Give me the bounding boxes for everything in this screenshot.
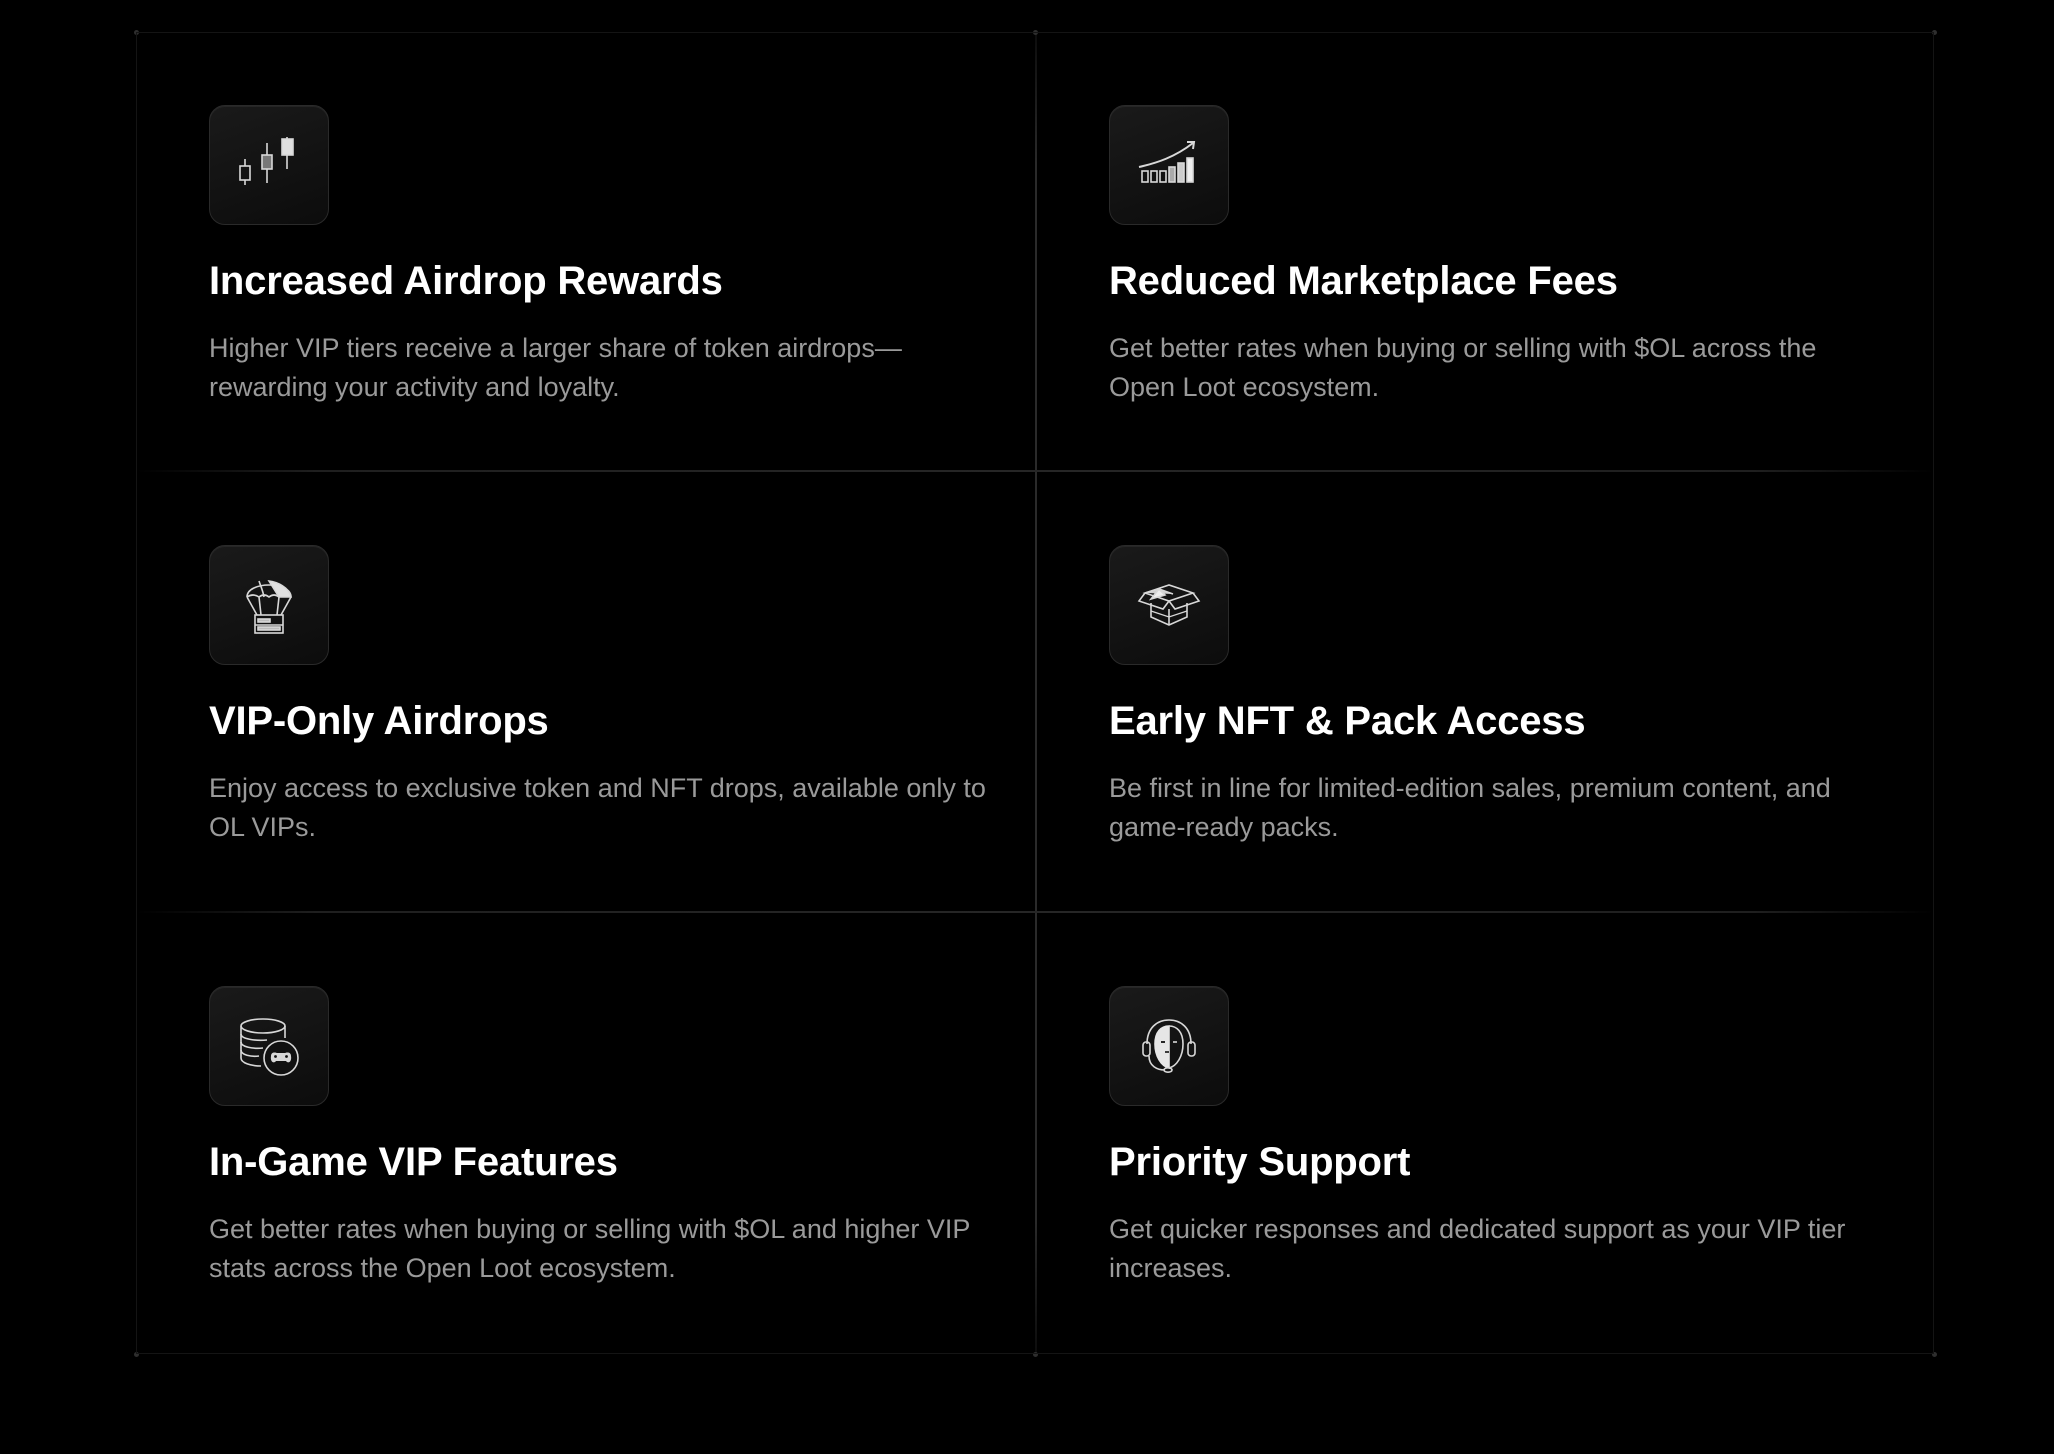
feature-card: Reduced Marketplace Fees Get better rate… bbox=[1037, 33, 1935, 473]
feature-title: In-Game VIP Features bbox=[209, 1140, 618, 1184]
feature-description: Be first in line for limited-edition sal… bbox=[1109, 773, 1831, 842]
support-headset-icon bbox=[1109, 986, 1229, 1106]
feature-card: Increased Airdrop Rewards Higher VIP tie… bbox=[137, 33, 1037, 473]
candlestick-chart-icon bbox=[209, 105, 329, 225]
feature-description: Enjoy access to exclusive token and NFT … bbox=[209, 773, 986, 842]
feature-description: Higher VIP tiers receive a larger share … bbox=[209, 333, 902, 402]
growth-bars-arrow-icon bbox=[1109, 105, 1229, 225]
feature-card: In-Game VIP Features Get better rates wh… bbox=[137, 914, 1037, 1355]
coins-gamepad-icon bbox=[209, 986, 329, 1106]
feature-card: VIP-Only Airdrops Enjoy access to exclus… bbox=[137, 473, 1037, 914]
feature-title: Increased Airdrop Rewards bbox=[209, 259, 723, 303]
feature-card: Early NFT & Pack Access Be first in line… bbox=[1037, 473, 1935, 914]
open-box-icon bbox=[1109, 545, 1229, 665]
feature-title: Priority Support bbox=[1109, 1140, 1411, 1184]
parachute-crate-icon bbox=[209, 545, 329, 665]
feature-title: Early NFT & Pack Access bbox=[1109, 699, 1586, 743]
feature-description: Get better rates when buying or selling … bbox=[1109, 333, 1817, 402]
feature-title: Reduced Marketplace Fees bbox=[1109, 259, 1618, 303]
feature-card: Priority Support Get quicker responses a… bbox=[1037, 914, 1935, 1355]
vip-benefits-grid: Increased Airdrop Rewards Higher VIP tie… bbox=[136, 32, 1934, 1354]
feature-description: Get quicker responses and dedicated supp… bbox=[1109, 1214, 1846, 1283]
feature-description: Get better rates when buying or selling … bbox=[209, 1214, 970, 1283]
feature-title: VIP-Only Airdrops bbox=[209, 699, 549, 743]
